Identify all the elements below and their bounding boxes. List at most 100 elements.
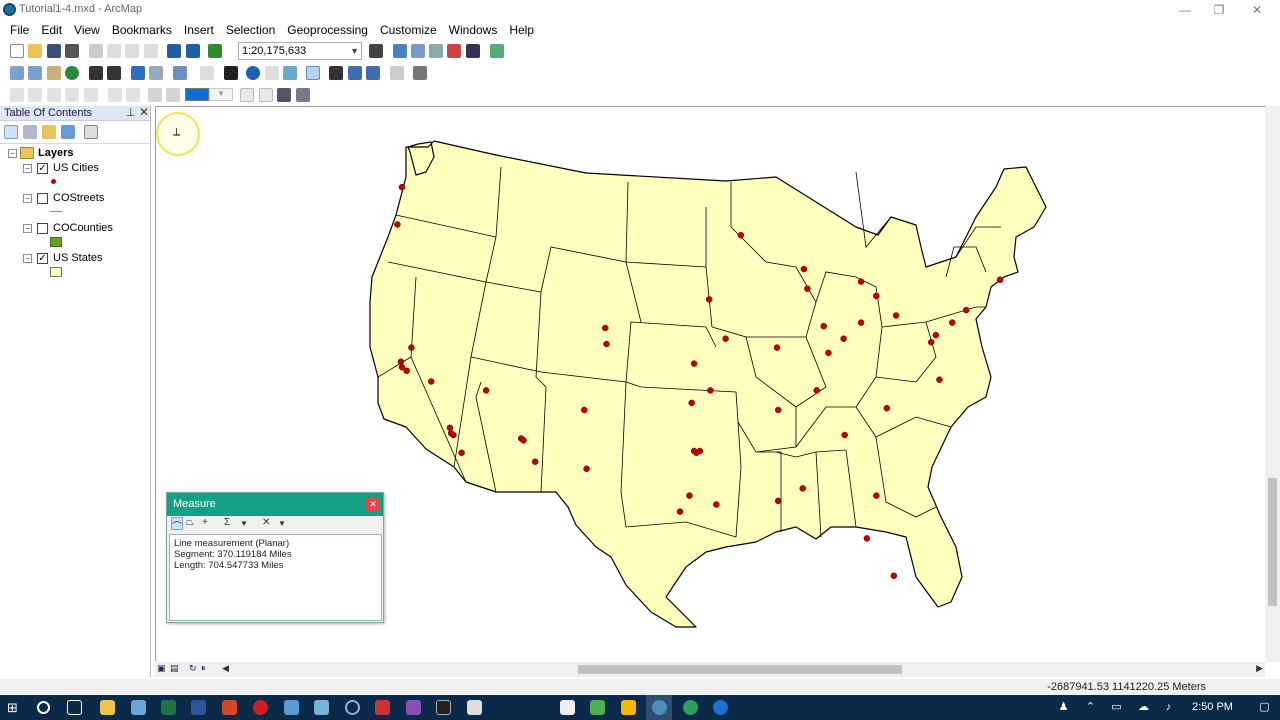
city-point[interactable] xyxy=(840,335,847,342)
city-point[interactable] xyxy=(722,335,729,342)
people-icon[interactable]: ♟ xyxy=(1057,701,1070,714)
city-point[interactable] xyxy=(446,424,454,432)
app-icon[interactable] xyxy=(406,700,421,715)
city-point[interactable] xyxy=(686,492,693,499)
zoom-in-icon[interactable] xyxy=(10,66,24,80)
align-icon[interactable] xyxy=(108,88,122,102)
fill-symbol-icon[interactable] xyxy=(50,237,62,247)
vertical-scrollbar[interactable] xyxy=(1265,106,1280,662)
close-button[interactable]: ✕ xyxy=(1234,0,1280,20)
copy-icon[interactable] xyxy=(107,44,121,58)
chevron-down-icon[interactable]: ▼ xyxy=(240,519,248,528)
open-folder-icon[interactable] xyxy=(28,44,42,58)
list-by-visibility-icon[interactable] xyxy=(42,125,56,139)
refresh-icon[interactable]: ↻ xyxy=(189,663,197,674)
app-icon[interactable] xyxy=(713,700,728,715)
chevron-up-icon[interactable]: ⌃ xyxy=(1084,701,1097,714)
line-color-icon[interactable] xyxy=(166,88,180,102)
search-window-icon[interactable] xyxy=(429,44,443,58)
catalog-icon[interactable] xyxy=(411,44,425,58)
chevron-down-icon[interactable]: ▼ xyxy=(350,43,359,59)
city-point[interactable] xyxy=(531,458,539,465)
filezilla-icon[interactable] xyxy=(375,700,390,715)
shape-icon[interactable] xyxy=(65,88,79,102)
volume-icon[interactable]: ♪ xyxy=(1162,701,1175,714)
app-icon[interactable] xyxy=(621,700,636,715)
editor-toolbar-icon[interactable] xyxy=(369,44,383,58)
clear-icon[interactable]: ✕ xyxy=(262,517,270,528)
battery-icon[interactable]: ▭ xyxy=(1110,701,1123,714)
city-point[interactable] xyxy=(581,406,588,414)
word-icon[interactable] xyxy=(191,700,206,715)
menu-file[interactable]: File xyxy=(4,20,35,40)
sum-icon[interactable]: Σ xyxy=(224,517,230,528)
list-by-selection-icon[interactable] xyxy=(61,125,75,139)
redo-icon[interactable] xyxy=(186,44,200,58)
horizontal-scrollbar[interactable]: ▣ ▤ ↻ ⏸ ◀ ▶ xyxy=(155,662,1265,677)
find-icon[interactable] xyxy=(329,66,343,80)
toc-options-icon[interactable] xyxy=(84,125,98,139)
delete-icon[interactable] xyxy=(144,44,158,58)
time-slider-icon[interactable] xyxy=(390,66,404,80)
zoom-out-icon[interactable] xyxy=(28,66,42,80)
city-point[interactable] xyxy=(707,387,714,394)
menu-windows[interactable]: Windows xyxy=(443,20,504,40)
app-icon[interactable] xyxy=(345,700,360,715)
city-point[interactable] xyxy=(873,492,880,499)
html-popup-icon[interactable] xyxy=(283,66,297,80)
city-point[interactable] xyxy=(857,278,865,285)
city-point[interactable] xyxy=(841,431,848,439)
collapse-icon[interactable]: − xyxy=(8,149,17,158)
city-point[interactable] xyxy=(602,324,609,332)
layer-checkbox-cocounties[interactable] xyxy=(37,223,48,234)
start-icon[interactable]: ⊞ xyxy=(7,700,22,715)
city-point[interactable] xyxy=(403,367,410,375)
scroll-left-icon[interactable]: ◀ xyxy=(222,663,229,674)
layout-view-icon[interactable]: ▤ xyxy=(170,663,179,674)
measure-feature-icon[interactable]: + xyxy=(202,517,208,528)
city-point[interactable] xyxy=(873,292,880,300)
app-icon[interactable] xyxy=(683,700,698,715)
city-point[interactable] xyxy=(603,340,610,348)
city-point[interactable] xyxy=(799,485,806,492)
list-by-source-icon[interactable] xyxy=(23,125,37,139)
menu-view[interactable]: View xyxy=(68,20,106,40)
table-of-contents-icon[interactable] xyxy=(393,44,407,58)
layer-name-cocounties[interactable]: COCounties xyxy=(53,222,113,234)
layer-checkbox-costreets[interactable] xyxy=(37,193,48,204)
city-point[interactable] xyxy=(996,276,1004,284)
arcmap-taskbar-icon[interactable] xyxy=(652,700,667,715)
city-point[interactable] xyxy=(863,535,871,542)
city-point[interactable] xyxy=(427,378,435,385)
city-point[interactable] xyxy=(397,358,405,366)
city-point[interactable] xyxy=(676,508,684,515)
fill-color-icon[interactable] xyxy=(148,88,162,102)
arctoolbox-icon[interactable] xyxy=(447,44,461,58)
clear-selection-icon[interactable] xyxy=(200,66,214,80)
scroll-right-icon[interactable]: ▶ xyxy=(1256,663,1263,674)
city-point[interactable] xyxy=(927,338,935,346)
data-frame-label[interactable]: Layers xyxy=(38,147,73,159)
app-icon[interactable] xyxy=(284,700,299,715)
scroll-thumb[interactable] xyxy=(1268,478,1277,606)
city-point[interactable] xyxy=(408,344,415,351)
color-swatch[interactable] xyxy=(185,88,209,101)
city-point[interactable] xyxy=(737,231,745,239)
select-features-icon[interactable] xyxy=(173,66,187,80)
add-data-icon[interactable] xyxy=(208,44,222,58)
group-icon[interactable] xyxy=(84,88,98,102)
rotate-icon[interactable] xyxy=(28,88,42,102)
menu-help[interactable]: Help xyxy=(503,20,540,40)
draw-icon[interactable] xyxy=(10,88,24,102)
collapse-icon[interactable]: − xyxy=(23,194,32,203)
full-extent-icon[interactable] xyxy=(65,66,79,80)
city-point[interactable] xyxy=(520,437,527,444)
layer-checkbox-us-cities[interactable]: ✓ xyxy=(37,163,48,174)
city-point[interactable] xyxy=(813,387,820,394)
city-point[interactable] xyxy=(800,265,808,273)
text-icon[interactable] xyxy=(47,88,61,102)
terminal-icon[interactable] xyxy=(436,700,451,715)
city-point[interactable] xyxy=(890,572,898,580)
app-icon[interactable] xyxy=(131,700,146,715)
menu-bookmarks[interactable]: Bookmarks xyxy=(106,20,178,40)
